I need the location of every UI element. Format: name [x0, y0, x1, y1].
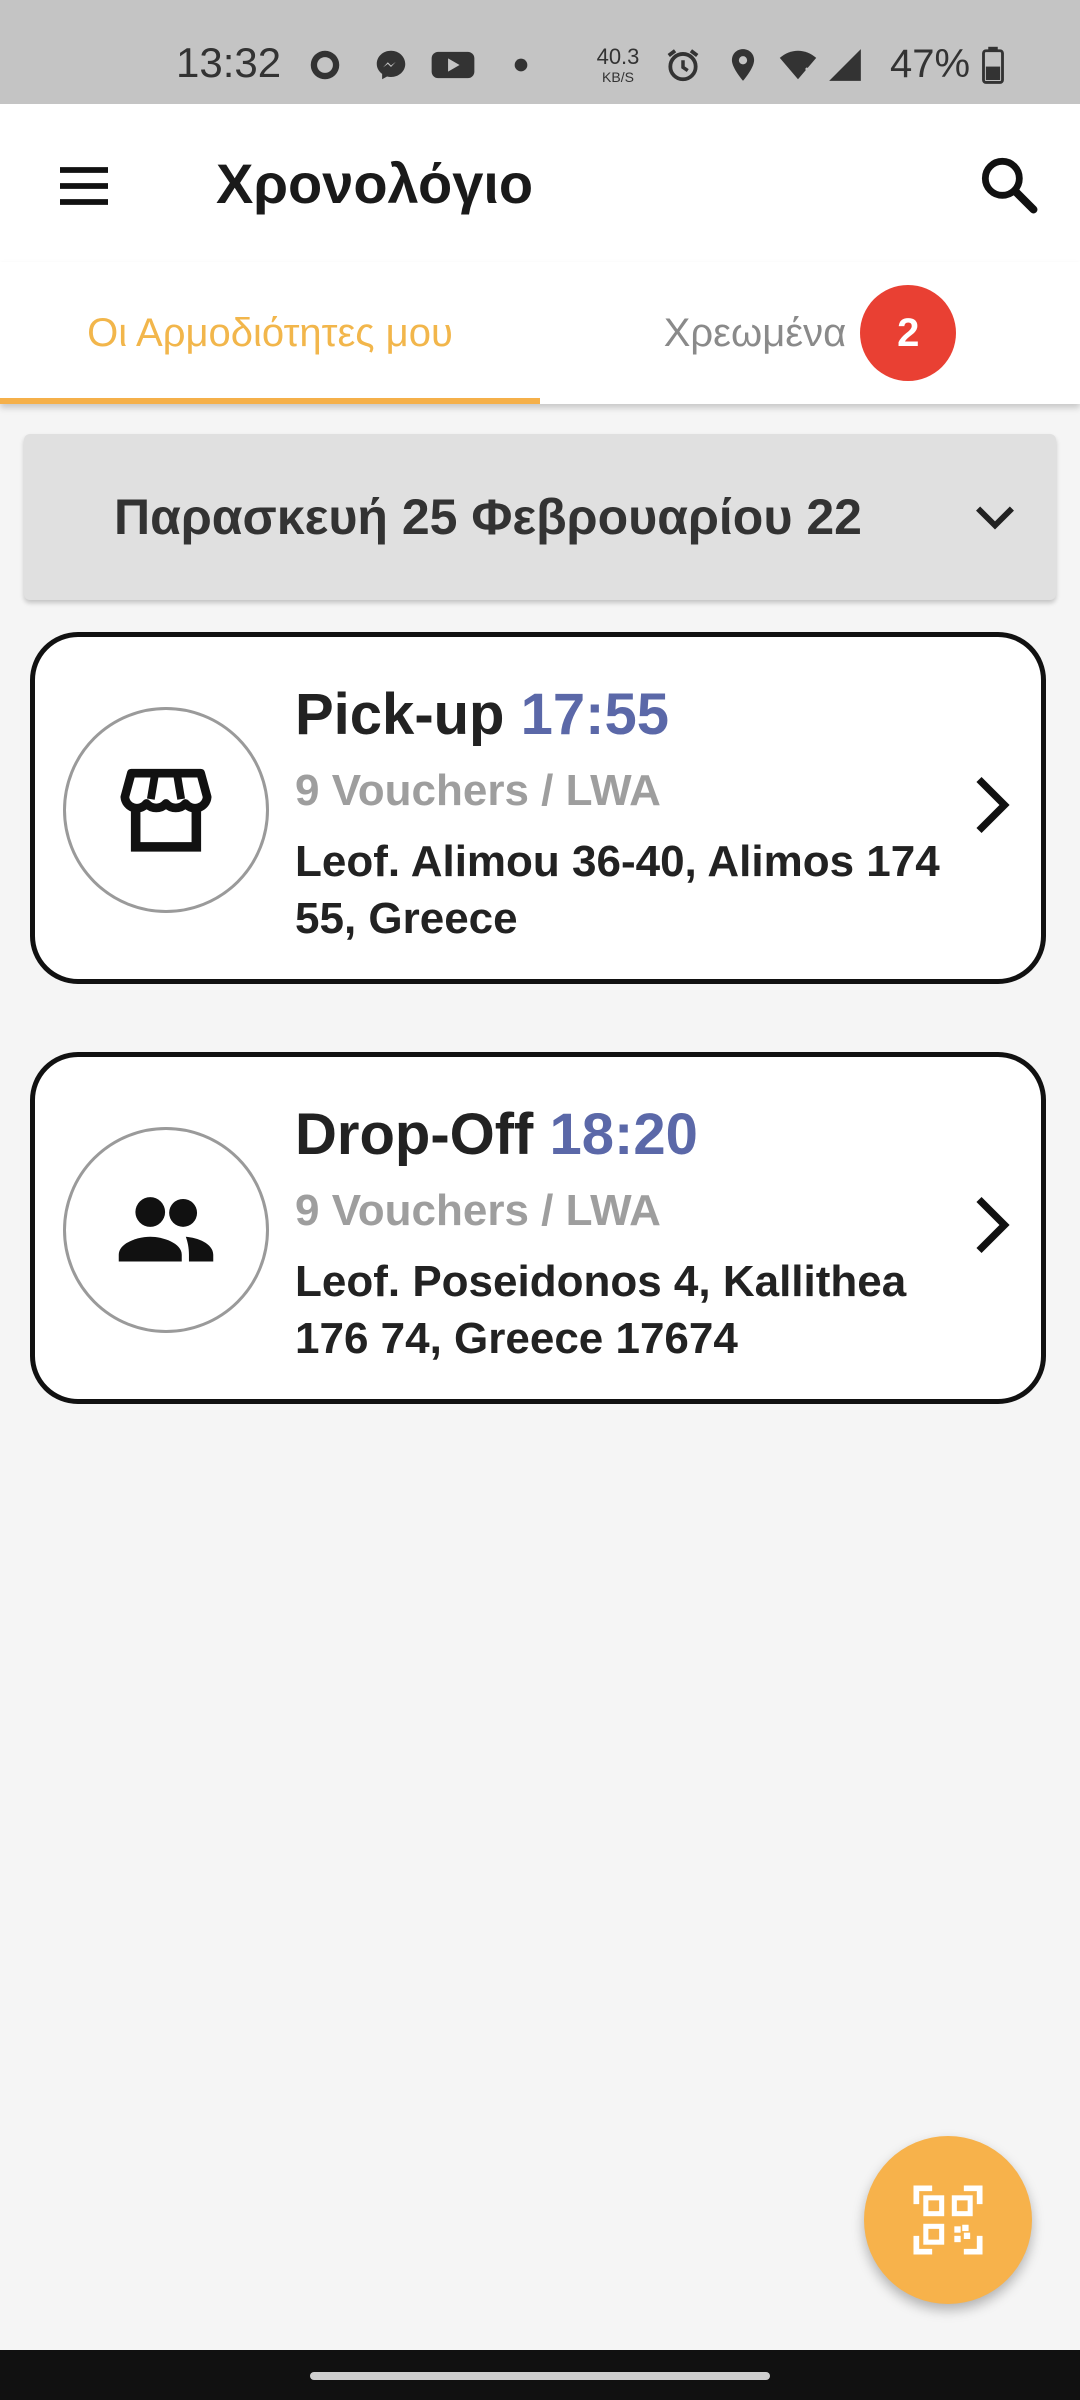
- task-icon-container: [63, 1127, 269, 1333]
- home-indicator[interactable]: [310, 2372, 770, 2380]
- people-icon: [118, 1197, 214, 1262]
- chevron-right-icon: [976, 1196, 1010, 1254]
- storefront-icon: [120, 768, 212, 852]
- date-selector[interactable]: Παρασκευή 25 Φεβρουαρίου 22: [24, 434, 1056, 600]
- messenger-icon: [376, 50, 406, 80]
- task-type: Pick-up: [295, 682, 505, 747]
- page-title: Χρονολόγιο: [216, 152, 534, 215]
- task-address: Leof. Poseidonos 4, Kallithea 176 74, Gr…: [295, 1257, 907, 1364]
- battery-percent: 47%: [890, 42, 971, 86]
- task-icon-container: [63, 707, 269, 913]
- task-title: Pick-up 17:55: [295, 683, 669, 747]
- tab-bar: Οι Αρμοδιότητες μου Χρεωμένα 2: [0, 262, 1080, 404]
- task-type: Drop-Off: [295, 1102, 534, 1167]
- tab-label: Χρεωμένα: [663, 310, 847, 355]
- wifi-icon: [779, 50, 817, 80]
- scan-qr-button[interactable]: [864, 2136, 1032, 2304]
- network-speed-value: 40.3: [596, 44, 640, 69]
- network-speed: 40.3 KB/S: [590, 44, 646, 85]
- location-icon: [731, 49, 755, 81]
- status-bar: 13:32 40.3 KB/S 47%: [0, 0, 1080, 104]
- task-address: Leof. Alimou 36-40, Alimos 174 55, Greec…: [295, 837, 940, 944]
- app-bar: Χρονολόγιο: [0, 104, 1080, 262]
- system-nav-bar: [0, 2350, 1080, 2400]
- search-icon[interactable]: [974, 150, 1042, 218]
- alarm-icon: [667, 49, 699, 82]
- task-vouchers: 9 Vouchers / LWA: [295, 1186, 661, 1235]
- cell-signal-icon: [829, 49, 861, 81]
- task-time: 17:55: [520, 682, 669, 747]
- screen: 13:32 40.3 KB/S 47% Χρονολόγιο Οι Αρμοδι…: [0, 0, 1080, 2400]
- tab-label: Οι Αρμοδιότητες μου: [87, 310, 453, 355]
- active-tab-indicator: [0, 398, 540, 404]
- tab-my-responsibilities[interactable]: Οι Αρμοδιότητες μου: [0, 262, 540, 404]
- count-badge: 2: [860, 285, 957, 381]
- chevron-down-icon: [976, 506, 1014, 530]
- qr-scan-icon: [913, 2185, 983, 2255]
- youtube-icon: [431, 51, 475, 79]
- status-time: 13:32: [176, 39, 282, 86]
- battery-icon: [982, 46, 1004, 84]
- tab-charged[interactable]: Χρεωμένα 2: [540, 262, 1080, 404]
- task-vouchers: 9 Vouchers / LWA: [295, 766, 661, 815]
- signal-messenger-icon: [310, 50, 340, 80]
- task-card-pickup[interactable]: Pick-up 17:55 9 Vouchers / LWA Leof. Ali…: [30, 632, 1046, 984]
- network-speed-unit: KB/S: [602, 69, 634, 85]
- dot-icon: [514, 58, 528, 72]
- hamburger-menu-icon[interactable]: [52, 154, 116, 218]
- task-time: 18:20: [549, 1102, 698, 1167]
- task-card-dropoff[interactable]: Drop-Off 18:20 9 Vouchers / LWA Leof. Po…: [30, 1052, 1046, 1404]
- selected-date: Παρασκευή 25 Φεβρουαρίου 22: [114, 489, 862, 545]
- task-title: Drop-Off 18:20: [295, 1103, 698, 1167]
- chevron-right-icon: [976, 776, 1010, 834]
